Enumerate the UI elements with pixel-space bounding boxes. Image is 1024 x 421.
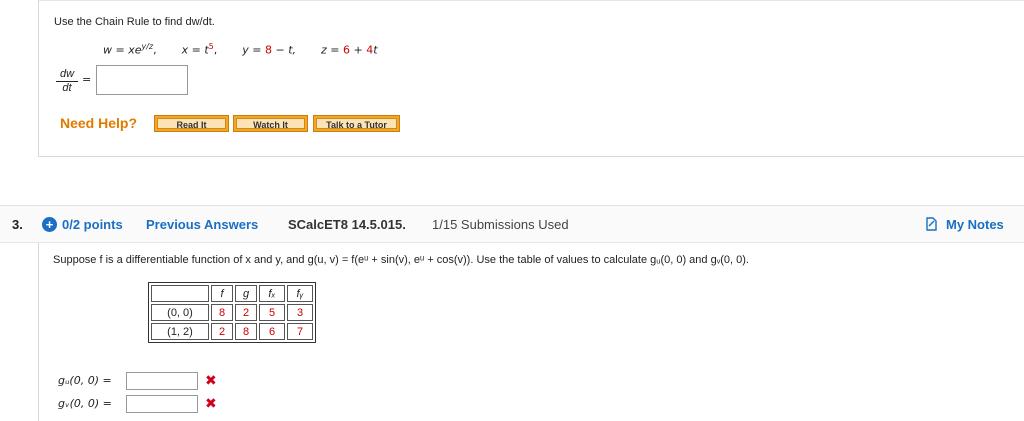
gu-answer-input[interactable] xyxy=(126,372,198,390)
eq-z-pre: z = xyxy=(321,43,344,57)
table-cell: 5 xyxy=(259,304,285,321)
table-cell: 8 xyxy=(211,304,233,321)
eq-y-post: − t, xyxy=(272,43,297,57)
talk-to-tutor-button[interactable]: Talk to a Tutor xyxy=(313,115,400,132)
equals-sign: = xyxy=(82,73,92,86)
table-cell: 6 xyxy=(259,323,285,340)
gv-label: gᵥ(0, 0) = xyxy=(58,397,112,410)
eq-x: x = t xyxy=(181,43,209,57)
x-mark-icon: ✖ xyxy=(205,395,217,411)
eq-z-t: t xyxy=(373,43,378,57)
eq-y-const: 8 xyxy=(265,43,272,57)
gu-label: gᵤ(0, 0) = xyxy=(58,374,112,387)
table-header-cell: fₓ xyxy=(259,285,285,302)
table-cell: 2 xyxy=(235,304,257,321)
read-it-button[interactable]: Read It xyxy=(154,115,229,132)
eq-z-const: 6 xyxy=(343,43,351,57)
points-link[interactable]: 0/2 points xyxy=(62,217,123,232)
table-header-cell: g xyxy=(235,285,257,302)
previous-answers-link[interactable]: Previous Answers xyxy=(146,217,258,232)
eq-w: w = xe xyxy=(103,43,142,57)
talk-to-tutor-label: Talk to a Tutor xyxy=(316,118,397,130)
submissions-used: 1/15 Submissions Used xyxy=(432,217,569,232)
table-cell: 3 xyxy=(287,304,313,321)
x-mark-icon: ✖ xyxy=(205,372,217,388)
eq-z-plus: + xyxy=(350,43,367,57)
table-cell: 7 xyxy=(287,323,313,340)
table-header-cell xyxy=(151,285,209,302)
eq-w-exp: y/z xyxy=(141,42,154,51)
values-table-wrap: f g fₓ fᵧ (0, 0) 8 2 5 3 (1, 2) 2 8 6 7 xyxy=(148,282,316,343)
table-row: (0, 0) 8 2 5 3 xyxy=(151,304,313,321)
read-it-label: Read It xyxy=(157,118,226,130)
frac-denominator: dt xyxy=(62,82,72,94)
table-row: (1, 2) 2 8 6 7 xyxy=(151,323,313,340)
q2-equations: w = xey/z, x = t5, y = 8 − t, z = 6 + 4t xyxy=(103,42,378,57)
table-header-row: f g fₓ fᵧ xyxy=(151,285,313,302)
frac-numerator: dw xyxy=(56,68,78,82)
problem-code: SCalcET8 14.5.015. xyxy=(288,217,406,232)
q3-prompt: Suppose f is a differentiable function o… xyxy=(53,254,749,266)
dw-dt-fraction: dw dt xyxy=(56,68,78,95)
values-table: f g fₓ fᵧ (0, 0) 8 2 5 3 (1, 2) 2 8 6 7 xyxy=(148,282,316,343)
table-cell: 2 xyxy=(211,323,233,340)
table-cell: 8 xyxy=(235,323,257,340)
q2-instruction: Use the Chain Rule to find dw/dt. xyxy=(54,16,215,28)
row-label: (1, 2) xyxy=(151,323,209,340)
table-header-cell: fᵧ xyxy=(287,285,313,302)
row-label: (0, 0) xyxy=(151,304,209,321)
dw-dt-answer-input[interactable] xyxy=(96,65,188,95)
my-notes-link[interactable]: My Notes xyxy=(946,217,1004,232)
question-number: 3. xyxy=(12,217,23,232)
need-help-label: Need Help? xyxy=(60,115,138,131)
gv-answer-input[interactable] xyxy=(126,395,198,413)
plus-circle-icon[interactable]: + xyxy=(42,217,57,232)
eq-y-pre: y = xyxy=(242,43,265,57)
watch-it-label: Watch It xyxy=(236,118,305,130)
notes-icon[interactable] xyxy=(925,217,939,231)
watch-it-button[interactable]: Watch It xyxy=(233,115,308,132)
table-header-cell: f xyxy=(211,285,233,302)
